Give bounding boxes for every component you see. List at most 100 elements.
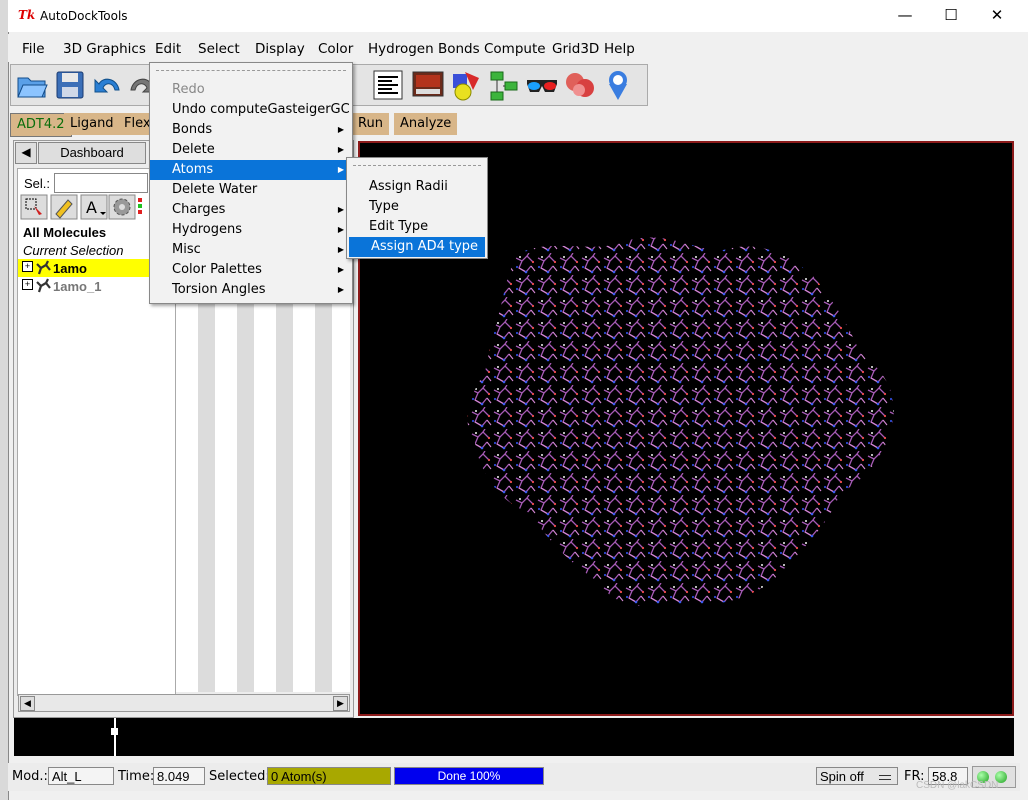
menu-compute[interactable]: Compute	[484, 41, 546, 57]
mod-field: Alt_L	[48, 767, 114, 785]
dashboard-button[interactable]: Dashboard	[38, 142, 146, 164]
menu-item-torsion-angles-label: Torsion Angles	[172, 282, 266, 297]
tk-feather-icon: Tk	[18, 8, 36, 22]
horizontal-scrollbar[interactable]: ◀ ▶	[18, 694, 350, 712]
select-tool-icon[interactable]	[20, 194, 48, 220]
menu-item-torsion-angles[interactable]: Torsion Angles ▶	[150, 280, 352, 300]
menu-item-bonds-label: Bonds	[172, 122, 213, 137]
tearoff-line[interactable]	[353, 165, 481, 166]
menu-hydrogen-bonds[interactable]: Hydrogen Bonds	[368, 41, 480, 57]
progress-bar: Done 100%	[394, 767, 544, 785]
submenu-arrow-icon: ▶	[337, 125, 344, 134]
flowchart-icon[interactable]	[487, 68, 521, 102]
pencil-tool-icon[interactable]	[50, 194, 78, 220]
menu-grid3d[interactable]: Grid3D	[552, 41, 599, 57]
menu-item-delete-water[interactable]: Delete Water	[150, 180, 352, 200]
menu-item-delete[interactable]: Delete ▶	[150, 140, 352, 160]
menu-item-charges[interactable]: Charges ▶	[150, 200, 352, 220]
menu-item-atoms-label: Atoms	[172, 162, 214, 177]
menu-item-color-palettes[interactable]: Color Palettes ▶	[150, 260, 352, 280]
monitor-icon[interactable]	[411, 68, 445, 102]
watermark: CSDN @lakCSDN	[916, 780, 999, 791]
all-molecules-label: All Molecules	[23, 225, 107, 240]
dropdown-indicator-icon	[879, 775, 891, 780]
svg-text:A: A	[86, 198, 97, 217]
time-field: 8.049	[153, 767, 205, 785]
menu-item-hydrogens[interactable]: Hydrogens ▶	[150, 220, 352, 240]
menu-color[interactable]: Color	[318, 41, 353, 57]
window-title: AutoDockTools	[40, 9, 128, 23]
tearoff-line[interactable]	[156, 70, 346, 71]
menu-item-atoms[interactable]: Atoms ▶	[150, 160, 352, 180]
settings-gear-icon[interactable]	[108, 194, 136, 220]
submenu-arrow-icon: ▶	[337, 265, 344, 274]
save-icon[interactable]	[53, 68, 87, 102]
menu-item-type[interactable]: Type	[347, 197, 487, 217]
menu-item-assign-radii[interactable]: Assign Radii	[347, 177, 487, 197]
submenu-arrow-icon: ▶	[337, 245, 344, 254]
menu-bar: File 3D Graphics Edit Select Display Col…	[8, 34, 1020, 62]
label-tool-icon[interactable]: A	[80, 194, 108, 220]
title-bar: Tk AutoDockTools — ☐ ✕	[8, 0, 1028, 32]
command-panel-stripes	[176, 300, 350, 692]
mod-label: Mod.:	[12, 769, 48, 784]
scroll-right-arrow-icon[interactable]: ▶	[333, 696, 348, 711]
collapse-left-arrow-icon[interactable]: ◀	[15, 142, 37, 164]
shapes-icon[interactable]	[449, 68, 483, 102]
molecule-1amo[interactable]: 1amo	[53, 261, 87, 276]
selection-input[interactable]	[54, 173, 148, 193]
spin-dropdown[interactable]: Spin off	[816, 767, 898, 785]
submenu-arrow-icon: ▶	[337, 285, 344, 294]
menu-select[interactable]: Select	[198, 41, 240, 57]
progress-text: Done 100%	[437, 769, 501, 783]
molecule-icon	[36, 260, 51, 275]
timeline-handle[interactable]	[111, 728, 118, 735]
tab-adt42[interactable]: ADT4.2	[10, 113, 72, 137]
tab-run[interactable]: Run	[352, 113, 389, 135]
menu-item-misc-label: Misc	[172, 242, 201, 257]
selected-label: Selected:	[209, 769, 270, 784]
edit-menu-dropdown: Redo Undo computeGasteigerGC Bonds ▶ Dele…	[149, 62, 353, 304]
selected-field: 0 Atom(s)	[267, 767, 391, 785]
timeline-cursor[interactable]	[114, 718, 116, 756]
time-label: Time:	[118, 769, 155, 784]
open-folder-icon[interactable]	[15, 68, 49, 102]
3d-glasses-icon[interactable]	[525, 68, 559, 102]
minimize-button[interactable]: —	[882, 0, 928, 32]
menu-item-undo[interactable]: Undo computeGasteigerGC	[150, 100, 352, 120]
animation-timeline[interactable]	[14, 718, 1014, 756]
submenu-arrow-icon: ▶	[337, 165, 344, 174]
molecule-icon	[36, 278, 51, 293]
text-lines-icon[interactable]	[371, 68, 405, 102]
submenu-arrow-icon: ▶	[337, 225, 344, 234]
molecule-surface-icon[interactable]	[563, 68, 597, 102]
menu-item-edit-type[interactable]: Edit Type	[347, 217, 487, 237]
molecule-1amo-1[interactable]: 1amo_1	[53, 279, 101, 294]
close-button[interactable]: ✕	[974, 0, 1020, 32]
menu-item-color-palettes-label: Color Palettes	[172, 262, 262, 277]
status-bar: Mod.: Alt_L Time: 8.049 Selected: 0 Atom…	[8, 763, 1020, 791]
submenu-arrow-icon: ▶	[337, 145, 344, 154]
undo-icon[interactable]	[91, 68, 125, 102]
menu-item-misc[interactable]: Misc ▶	[150, 240, 352, 260]
menu-item-charges-label: Charges	[172, 202, 226, 217]
submenu-arrow-icon: ▶	[337, 205, 344, 214]
menu-file[interactable]: File	[22, 41, 45, 57]
pmv-logo-icon[interactable]	[601, 68, 635, 102]
menu-display[interactable]: Display	[255, 41, 305, 57]
tab-ligand[interactable]: Ligand	[64, 113, 120, 135]
menu-item-redo[interactable]: Redo	[150, 80, 352, 100]
spin-label: Spin off	[820, 769, 864, 784]
expand-toggle-1amo[interactable]: +	[22, 261, 33, 272]
menu-item-bonds[interactable]: Bonds ▶	[150, 120, 352, 140]
maximize-button[interactable]: ☐	[928, 0, 974, 32]
menu-edit[interactable]: Edit	[155, 41, 181, 57]
menu-3d-graphics[interactable]: 3D Graphics	[63, 41, 146, 57]
menu-help[interactable]: Help	[604, 41, 635, 57]
menu-item-delete-label: Delete	[172, 142, 215, 157]
scroll-left-arrow-icon[interactable]: ◀	[20, 696, 35, 711]
menu-item-assign-ad4-type[interactable]: Assign AD4 type	[349, 237, 485, 257]
selection-label: Sel.:	[24, 176, 51, 191]
expand-toggle-1amo-1[interactable]: +	[22, 279, 33, 290]
tab-analyze[interactable]: Analyze	[394, 113, 458, 135]
